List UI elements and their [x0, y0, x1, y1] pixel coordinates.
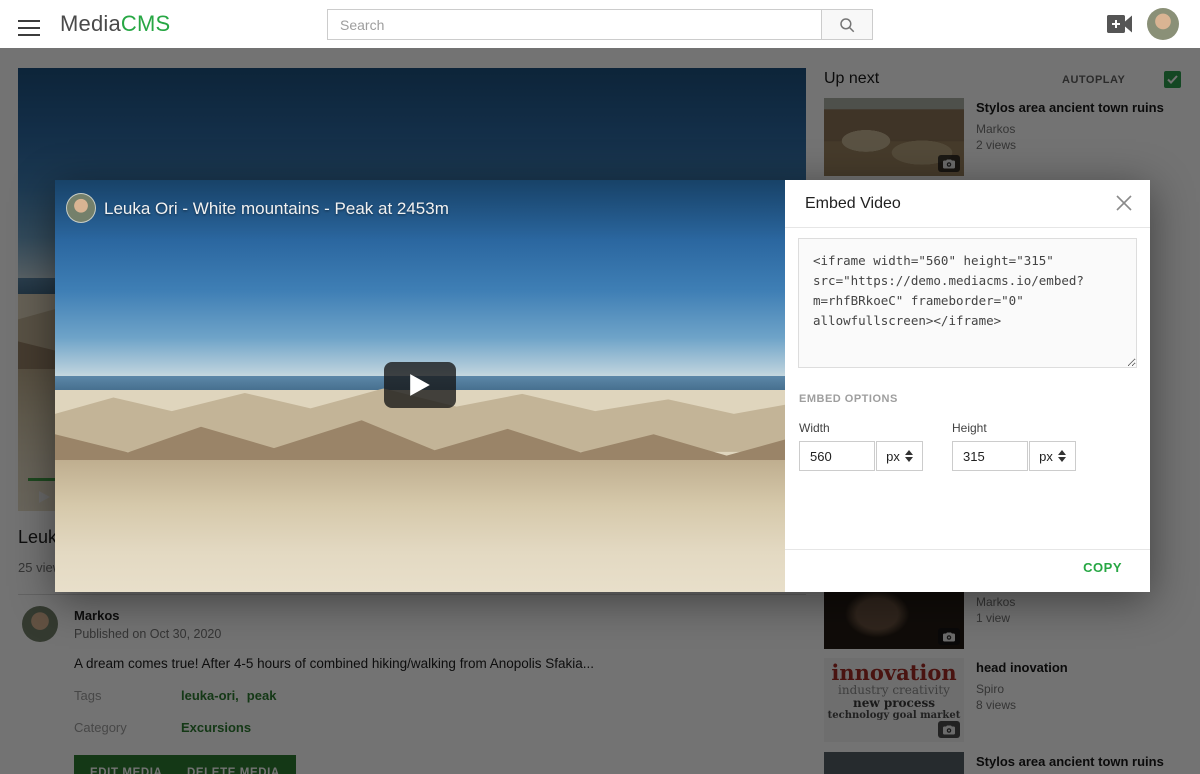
logo-text-cms: CMS: [121, 11, 171, 36]
search-icon: [838, 16, 856, 34]
height-input[interactable]: [952, 441, 1028, 471]
spinner-icon: [905, 450, 913, 462]
big-play-button[interactable]: [384, 362, 456, 408]
embed-code-textarea[interactable]: <iframe width="560" height="315" src="ht…: [798, 238, 1137, 368]
search-input[interactable]: [327, 9, 821, 40]
modal-title: Embed Video: [805, 195, 901, 213]
mediacms-logo[interactable]: MediaCMS: [60, 11, 170, 37]
spinner-icon: [1058, 450, 1066, 462]
embed-preview-player[interactable]: Leuka Ori - White mountains - Peak at 24…: [55, 180, 785, 592]
preview-video-title[interactable]: Leuka Ori - White mountains - Peak at 24…: [104, 199, 449, 219]
play-icon: [409, 373, 431, 397]
mediacms-app: MediaCMS Leuka: [0, 0, 1200, 774]
search-bar: [327, 9, 873, 40]
divider: [785, 549, 1150, 550]
logo-text-media: Media: [60, 11, 121, 36]
close-icon[interactable]: [1114, 193, 1134, 213]
preview-ground: [55, 460, 785, 592]
preview-author-avatar[interactable]: [66, 193, 96, 223]
top-navbar: MediaCMS: [0, 0, 1200, 48]
user-avatar[interactable]: [1147, 8, 1179, 40]
embed-options-panel: Embed Video <iframe width="560" height="…: [785, 180, 1150, 592]
divider: [785, 227, 1150, 228]
copy-button[interactable]: COPY: [1083, 560, 1122, 575]
height-label: Height: [952, 421, 987, 435]
hamburger-menu-icon[interactable]: [18, 15, 40, 33]
embed-options-label: EMBED OPTIONS: [799, 393, 898, 405]
width-unit-select[interactable]: px: [876, 441, 923, 471]
height-unit-select[interactable]: px: [1029, 441, 1076, 471]
search-button[interactable]: [821, 9, 873, 40]
width-input[interactable]: [799, 441, 875, 471]
height-unit-value: px: [1039, 449, 1053, 464]
width-label: Width: [799, 421, 830, 435]
embed-video-modal: Leuka Ori - White mountains - Peak at 24…: [55, 180, 1150, 592]
upload-video-icon[interactable]: [1107, 13, 1133, 35]
width-unit-value: px: [886, 449, 900, 464]
